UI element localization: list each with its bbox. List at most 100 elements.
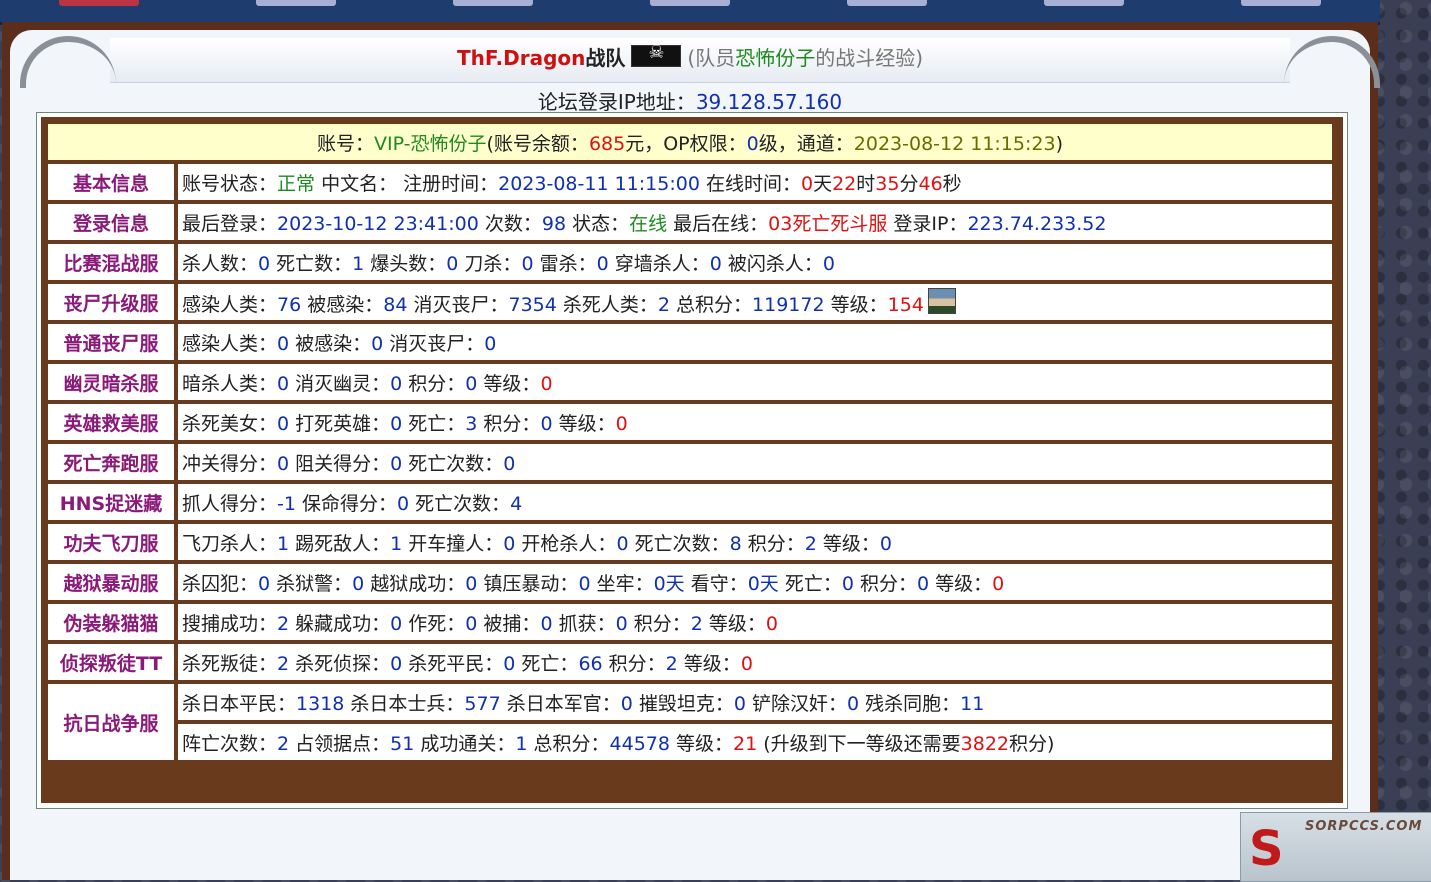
- row-values: 杀人数：0 死亡数：1 爆头数：0 刀杀：0 雷杀：0 穿墙杀人：0 被闪杀人：…: [177, 243, 1333, 281]
- stat-value: 0天: [653, 572, 685, 595]
- stat-value: 66: [578, 652, 603, 675]
- nav-item[interactable]: [649, 0, 730, 6]
- stat-key: 等级：: [816, 532, 880, 555]
- stat-value: 2: [665, 652, 678, 675]
- stat-key: 爆头数：: [364, 252, 447, 275]
- stat-key: 被闪杀人：: [721, 252, 823, 275]
- row-values: 抓人得分：-1 保命得分：0 死亡次数：4: [177, 483, 1333, 521]
- nav-item[interactable]: [452, 0, 533, 6]
- member-name[interactable]: 恐怖份子: [735, 46, 815, 70]
- stat-key: 时: [856, 172, 876, 195]
- logo-s-icon: S: [1249, 821, 1284, 877]
- stat-value: 0: [277, 412, 290, 435]
- team-name[interactable]: ThF.Dragon: [457, 46, 585, 70]
- member-close: 的战斗经验): [815, 46, 924, 70]
- nav-item[interactable]: [847, 0, 928, 6]
- team-suffix: 战队: [585, 46, 626, 70]
- row-values: 杀死叛徒：2 杀死侦探：0 杀死平民：0 死亡：66 积分：2 等级：0: [177, 643, 1333, 681]
- stat-key: 死亡：: [515, 652, 579, 675]
- stat-value: 21: [733, 732, 758, 755]
- balance-unit: 元，: [625, 132, 664, 155]
- stat-value: 0: [578, 572, 591, 595]
- stat-value: 在线: [629, 212, 668, 235]
- row-label: 普通丧尸服: [47, 323, 175, 361]
- stat-key: 死亡次数：: [628, 532, 730, 555]
- table-row: HNS捉迷藏 抓人得分：-1 保命得分：0 死亡次数：4: [47, 483, 1333, 521]
- stat-value: 0: [390, 372, 403, 395]
- stat-key: 雷杀：: [533, 252, 597, 275]
- nav-item[interactable]: [1044, 0, 1125, 6]
- op-value: 0: [746, 132, 759, 155]
- stat-value: 0: [446, 252, 459, 275]
- stat-key: 开车撞人：: [402, 532, 504, 555]
- stat-value: 98: [541, 212, 567, 235]
- stat-value: 0: [503, 652, 516, 675]
- stat-value: 0: [397, 492, 410, 515]
- row-label: 丧尸升级服: [47, 283, 175, 321]
- stats-table-frame: 账号：VIP-恐怖份子(账号余额：685元，OP权限：0级，通道：2023-08…: [41, 117, 1343, 803]
- row-values: 飞刀杀人：1 踢死敌人：1 开车撞人：0 开枪杀人：0 死亡次数：8 积分：2 …: [177, 523, 1333, 561]
- ip-value: 39.128.57.160: [695, 90, 843, 114]
- stat-key: 杀死人类：: [556, 293, 658, 316]
- stat-value: 0: [465, 612, 478, 635]
- level-avatar-icon: [927, 287, 956, 314]
- stat-value: 0: [465, 572, 478, 595]
- stat-key: 穿墙杀人：: [608, 252, 710, 275]
- row-values: 感染人类：0 被感染：0 消灭丧尸：0: [177, 323, 1333, 361]
- stat-value: 0: [540, 372, 553, 395]
- stat-value: 0: [540, 612, 553, 635]
- stat-value: 0: [847, 692, 860, 715]
- stat-value: 2: [277, 652, 290, 675]
- stat-value: 0: [596, 252, 609, 275]
- row-label: 死亡奔跑服: [47, 443, 175, 481]
- account-summary: 账号：VIP-恐怖份子(账号余额：685元，OP权限：0级，通道：2023-08…: [47, 123, 1333, 161]
- row-values: 最后登录：2023-10-12 23:41:00 次数：98 状态：在线 最后在…: [177, 203, 1333, 241]
- balance-label: (账号余额：: [486, 132, 589, 155]
- stat-value: 76: [277, 293, 302, 316]
- stat-key: 杀死平民：: [402, 652, 504, 675]
- row-label: 登录信息: [47, 203, 175, 241]
- stat-key: 死亡：: [778, 572, 842, 595]
- stat-key: (升级到下一等级还需要: [757, 732, 961, 755]
- stat-value: -1: [277, 492, 296, 515]
- stat-key: 杀人数：: [182, 252, 259, 275]
- stat-value: 44578: [609, 732, 670, 755]
- stat-key: 搜捕成功：: [182, 612, 278, 635]
- stat-value: 0: [841, 572, 854, 595]
- stat-key: 积分：: [602, 652, 666, 675]
- stat-value: 0天: [747, 572, 779, 595]
- row-label: 基本信息: [47, 163, 175, 201]
- stat-value: 1: [390, 532, 403, 555]
- stat-key: 躲藏成功：: [289, 612, 391, 635]
- nav-item[interactable]: [1241, 0, 1322, 6]
- stat-key: 总积分：: [527, 732, 610, 755]
- stat-value: 2: [277, 732, 290, 755]
- nav-item[interactable]: [58, 0, 139, 6]
- stat-value: 0: [540, 412, 553, 435]
- row-values: 阵亡次数：2 占领据点：51 成功通关：1 总积分：44578 等级：21 (升…: [177, 723, 1333, 761]
- stat-value: 2023-10-12 23:41:00: [277, 212, 479, 235]
- table-row: 比赛混战服 杀人数：0 死亡数：1 爆头数：0 刀杀：0 雷杀：0 穿墙杀人：0 …: [47, 243, 1333, 281]
- stat-key: 作死：: [402, 612, 466, 635]
- stat-value: 0: [277, 372, 290, 395]
- stat-value: 0: [740, 652, 753, 675]
- stat-key: 积分：: [627, 612, 691, 635]
- stat-value: 0: [390, 452, 403, 475]
- stat-key: 感染人类：: [182, 293, 278, 316]
- stat-key: 最后登录：: [182, 212, 278, 235]
- stat-value: 0: [371, 332, 384, 355]
- stat-value: 119172: [752, 293, 825, 316]
- row-label: 越狱暴动服: [47, 563, 175, 601]
- row-label: 英雄救美服: [47, 403, 175, 441]
- stat-key: 杀日本军官：: [500, 692, 621, 715]
- watermark-text: SORPCCS.COM: [1305, 819, 1423, 834]
- stat-value: 0: [390, 652, 403, 675]
- row-values: 暗杀人类：0 消灭幽灵：0 积分：0 等级：0: [177, 363, 1333, 401]
- stat-key: 消灭幽灵：: [289, 372, 391, 395]
- stat-value: 3822: [960, 732, 1010, 755]
- row-values: 账号状态：正常 中文名： 注册时间：2023-08-11 11:15:00 在线…: [177, 163, 1333, 201]
- stat-value: 7354: [508, 293, 557, 316]
- stat-key: 保命得分：: [295, 492, 398, 515]
- stat-key: 杀狱警：: [270, 572, 353, 595]
- nav-item[interactable]: [255, 0, 336, 6]
